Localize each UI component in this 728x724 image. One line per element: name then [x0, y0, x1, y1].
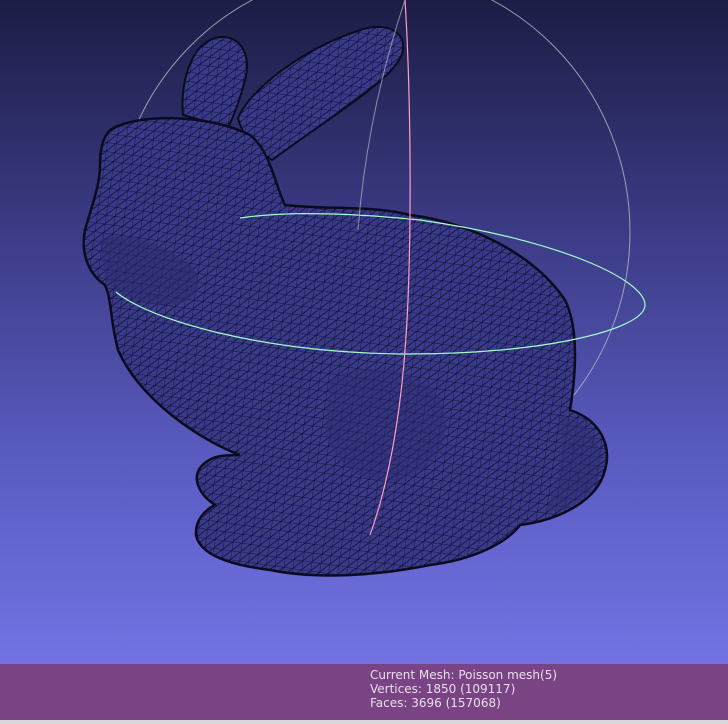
scene-canvas[interactable]: [0, 0, 728, 664]
vertices-count: Vertices: 1850 (109117): [370, 682, 516, 696]
mesh-info-bar: Current Mesh: Poisson mesh(5) Vertices: …: [0, 664, 728, 720]
bunny-mesh[interactable]: [82, 25, 609, 577]
3d-viewport[interactable]: [0, 0, 728, 664]
current-mesh-label: Current Mesh: Poisson mesh(5): [370, 668, 558, 682]
mesh-info-text: Current Mesh: Poisson mesh(5) Vertices: …: [370, 668, 557, 710]
bottom-edge: [0, 720, 728, 724]
bunny-ear-back: [181, 36, 248, 130]
faces-count: Faces: 3696 (157068): [370, 696, 501, 710]
